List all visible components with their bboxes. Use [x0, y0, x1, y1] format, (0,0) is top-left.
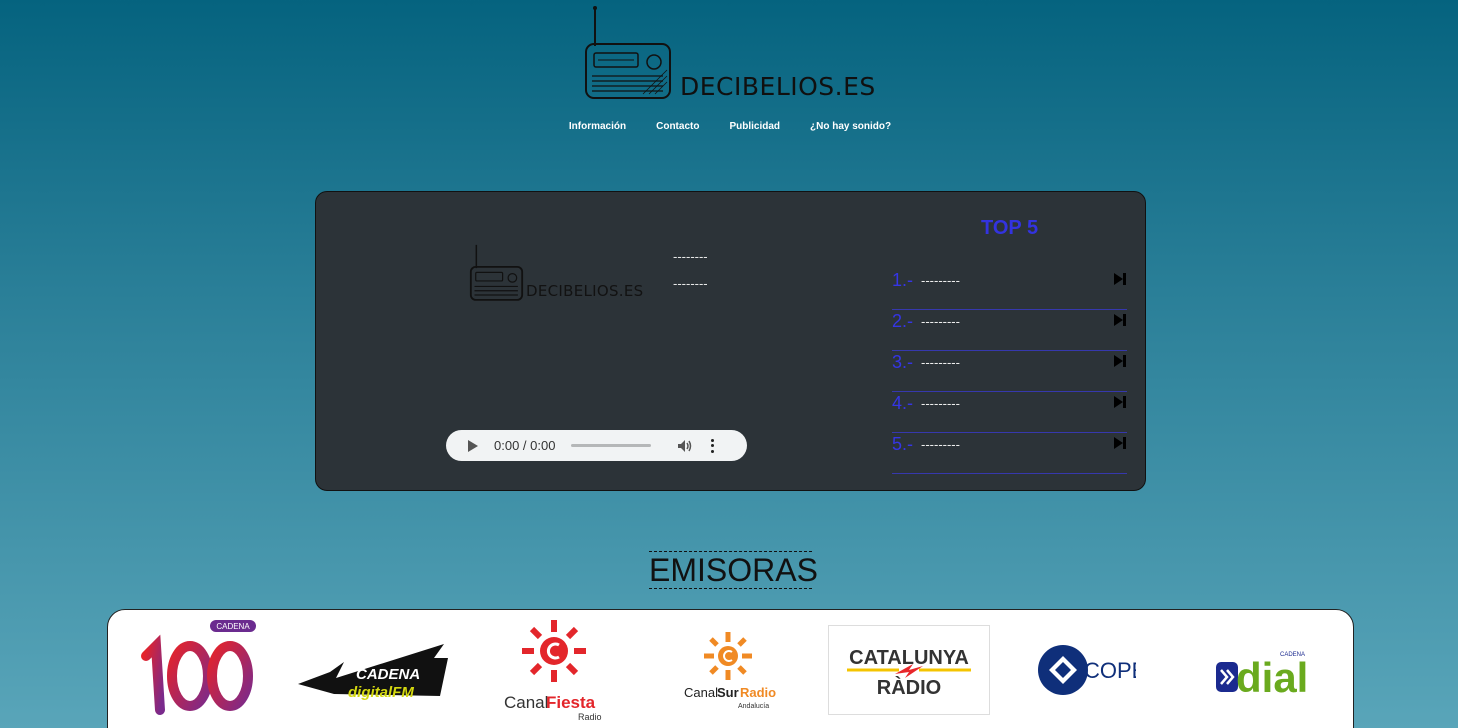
skip-next-icon[interactable] — [1113, 436, 1127, 450]
cadena-100-logo: CADENA — [141, 620, 256, 715]
skip-next-icon[interactable] — [1113, 395, 1127, 409]
canal-sur-sub: Andalucía — [738, 703, 769, 710]
radio-icon — [585, 6, 671, 99]
nav-informacion[interactable]: Información — [569, 121, 626, 132]
cadena-dial-logo: CADENA dial — [1216, 652, 1308, 701]
top5-rank: 1.- — [892, 270, 914, 290]
catalunya-line2: RÀDIO — [877, 676, 941, 699]
nav-contacto[interactable]: Contacto — [656, 121, 699, 132]
top5-track: --------- — [921, 355, 960, 370]
cadena-dial-text: dial — [1236, 654, 1308, 700]
catalunya-radio-logo: CATALUNYA RÀDIO — [847, 647, 971, 699]
cadena-digital-bottom: digitalFM — [348, 684, 414, 701]
cadena-100-badge: CADENA — [216, 622, 250, 631]
canal-fiesta-logo: Canal Fiesta Radio — [504, 620, 602, 722]
player-logo-text: DECIBELIOS.ES — [526, 282, 644, 300]
volume-icon[interactable] — [677, 439, 693, 453]
canal-fiesta-word1: Canal — [504, 693, 548, 712]
top5-item: 1.- --------- — [892, 269, 1127, 310]
station-cadena-100[interactable]: CADENA — [138, 618, 262, 718]
skip-next-icon[interactable] — [1113, 313, 1127, 327]
more-options-icon[interactable] — [711, 438, 715, 453]
station-cadena-dial[interactable]: CADENA dial — [1212, 640, 1312, 701]
station-catalunya-radio[interactable]: CATALUNYA RÀDIO — [828, 625, 990, 715]
player-panel: DECIBELIOS.ES -------- -------- 0:00 / 0… — [315, 191, 1146, 491]
top5-item: 3.- --------- — [892, 351, 1127, 392]
top5-item: 2.- --------- — [892, 310, 1127, 351]
canal-sur-logo: Canal Sur Radio Andalucía — [684, 632, 776, 710]
cadena-digital-logo: CADENA digitalFM — [298, 644, 448, 701]
station-cadena-digital[interactable]: CADENA digitalFM — [294, 618, 458, 718]
top5-item: 4.- --------- — [892, 392, 1127, 433]
top5-track: --------- — [921, 314, 960, 329]
now-playing-title: -------- — [673, 249, 708, 264]
top5-track: --------- — [921, 437, 960, 452]
canal-sur-word2: Sur — [717, 685, 739, 700]
station-cope[interactable]: COPE — [1036, 640, 1146, 700]
top5-rank: 2.- — [892, 311, 914, 331]
now-playing-artist: -------- — [673, 276, 708, 291]
main-nav: Información Contacto Publicidad ¿No hay … — [0, 121, 1458, 132]
canal-fiesta-sub: Radio — [578, 712, 602, 722]
nav-no-hay-sonido[interactable]: ¿No hay sonido? — [810, 121, 891, 132]
audio-time: 0:00 / 0:00 — [494, 438, 556, 453]
site-logo[interactable]: DECIBELIOS.ES — [583, 6, 883, 102]
stations-panel: CADENA CADENA digitalFM Canal Fiesta Rad… — [107, 609, 1354, 728]
skip-next-icon[interactable] — [1113, 354, 1127, 368]
top5-track: --------- — [921, 396, 960, 411]
player-logo: DECIBELIOS.ES — [469, 242, 649, 304]
top5-rank: 3.- — [892, 352, 914, 372]
play-icon[interactable] — [468, 439, 478, 452]
radio-icon — [469, 244, 524, 301]
top5-rank: 5.- — [892, 434, 914, 454]
logo-text: DECIBELIOS.ES — [680, 72, 876, 101]
audio-player: 0:00 / 0:00 — [446, 430, 747, 461]
stations-heading: EMISORAS — [649, 551, 818, 589]
skip-next-icon[interactable] — [1113, 272, 1127, 286]
top5-title: TOP 5 — [981, 217, 1039, 239]
nav-publicidad[interactable]: Publicidad — [729, 121, 780, 132]
top5-track: --------- — [921, 273, 960, 288]
audio-progress-bar[interactable] — [571, 444, 652, 447]
canal-fiesta-word2: Fiesta — [546, 693, 596, 712]
canal-sur-word3: Radio — [740, 685, 776, 700]
cope-text: COPE — [1084, 658, 1136, 683]
station-canal-fiesta[interactable]: Canal Fiesta Radio — [500, 618, 610, 722]
cadena-digital-top: CADENA — [356, 666, 420, 683]
catalunya-line1: CATALUNYA — [849, 647, 969, 669]
divider — [892, 473, 1127, 474]
canal-sur-word1: Canal — [684, 685, 718, 700]
top5-item: 5.- --------- — [892, 433, 1127, 474]
station-canal-sur[interactable]: Canal Sur Radio Andalucía — [682, 618, 782, 718]
cope-logo: COPE — [1038, 645, 1146, 695]
top5-rank: 4.- — [892, 393, 914, 413]
